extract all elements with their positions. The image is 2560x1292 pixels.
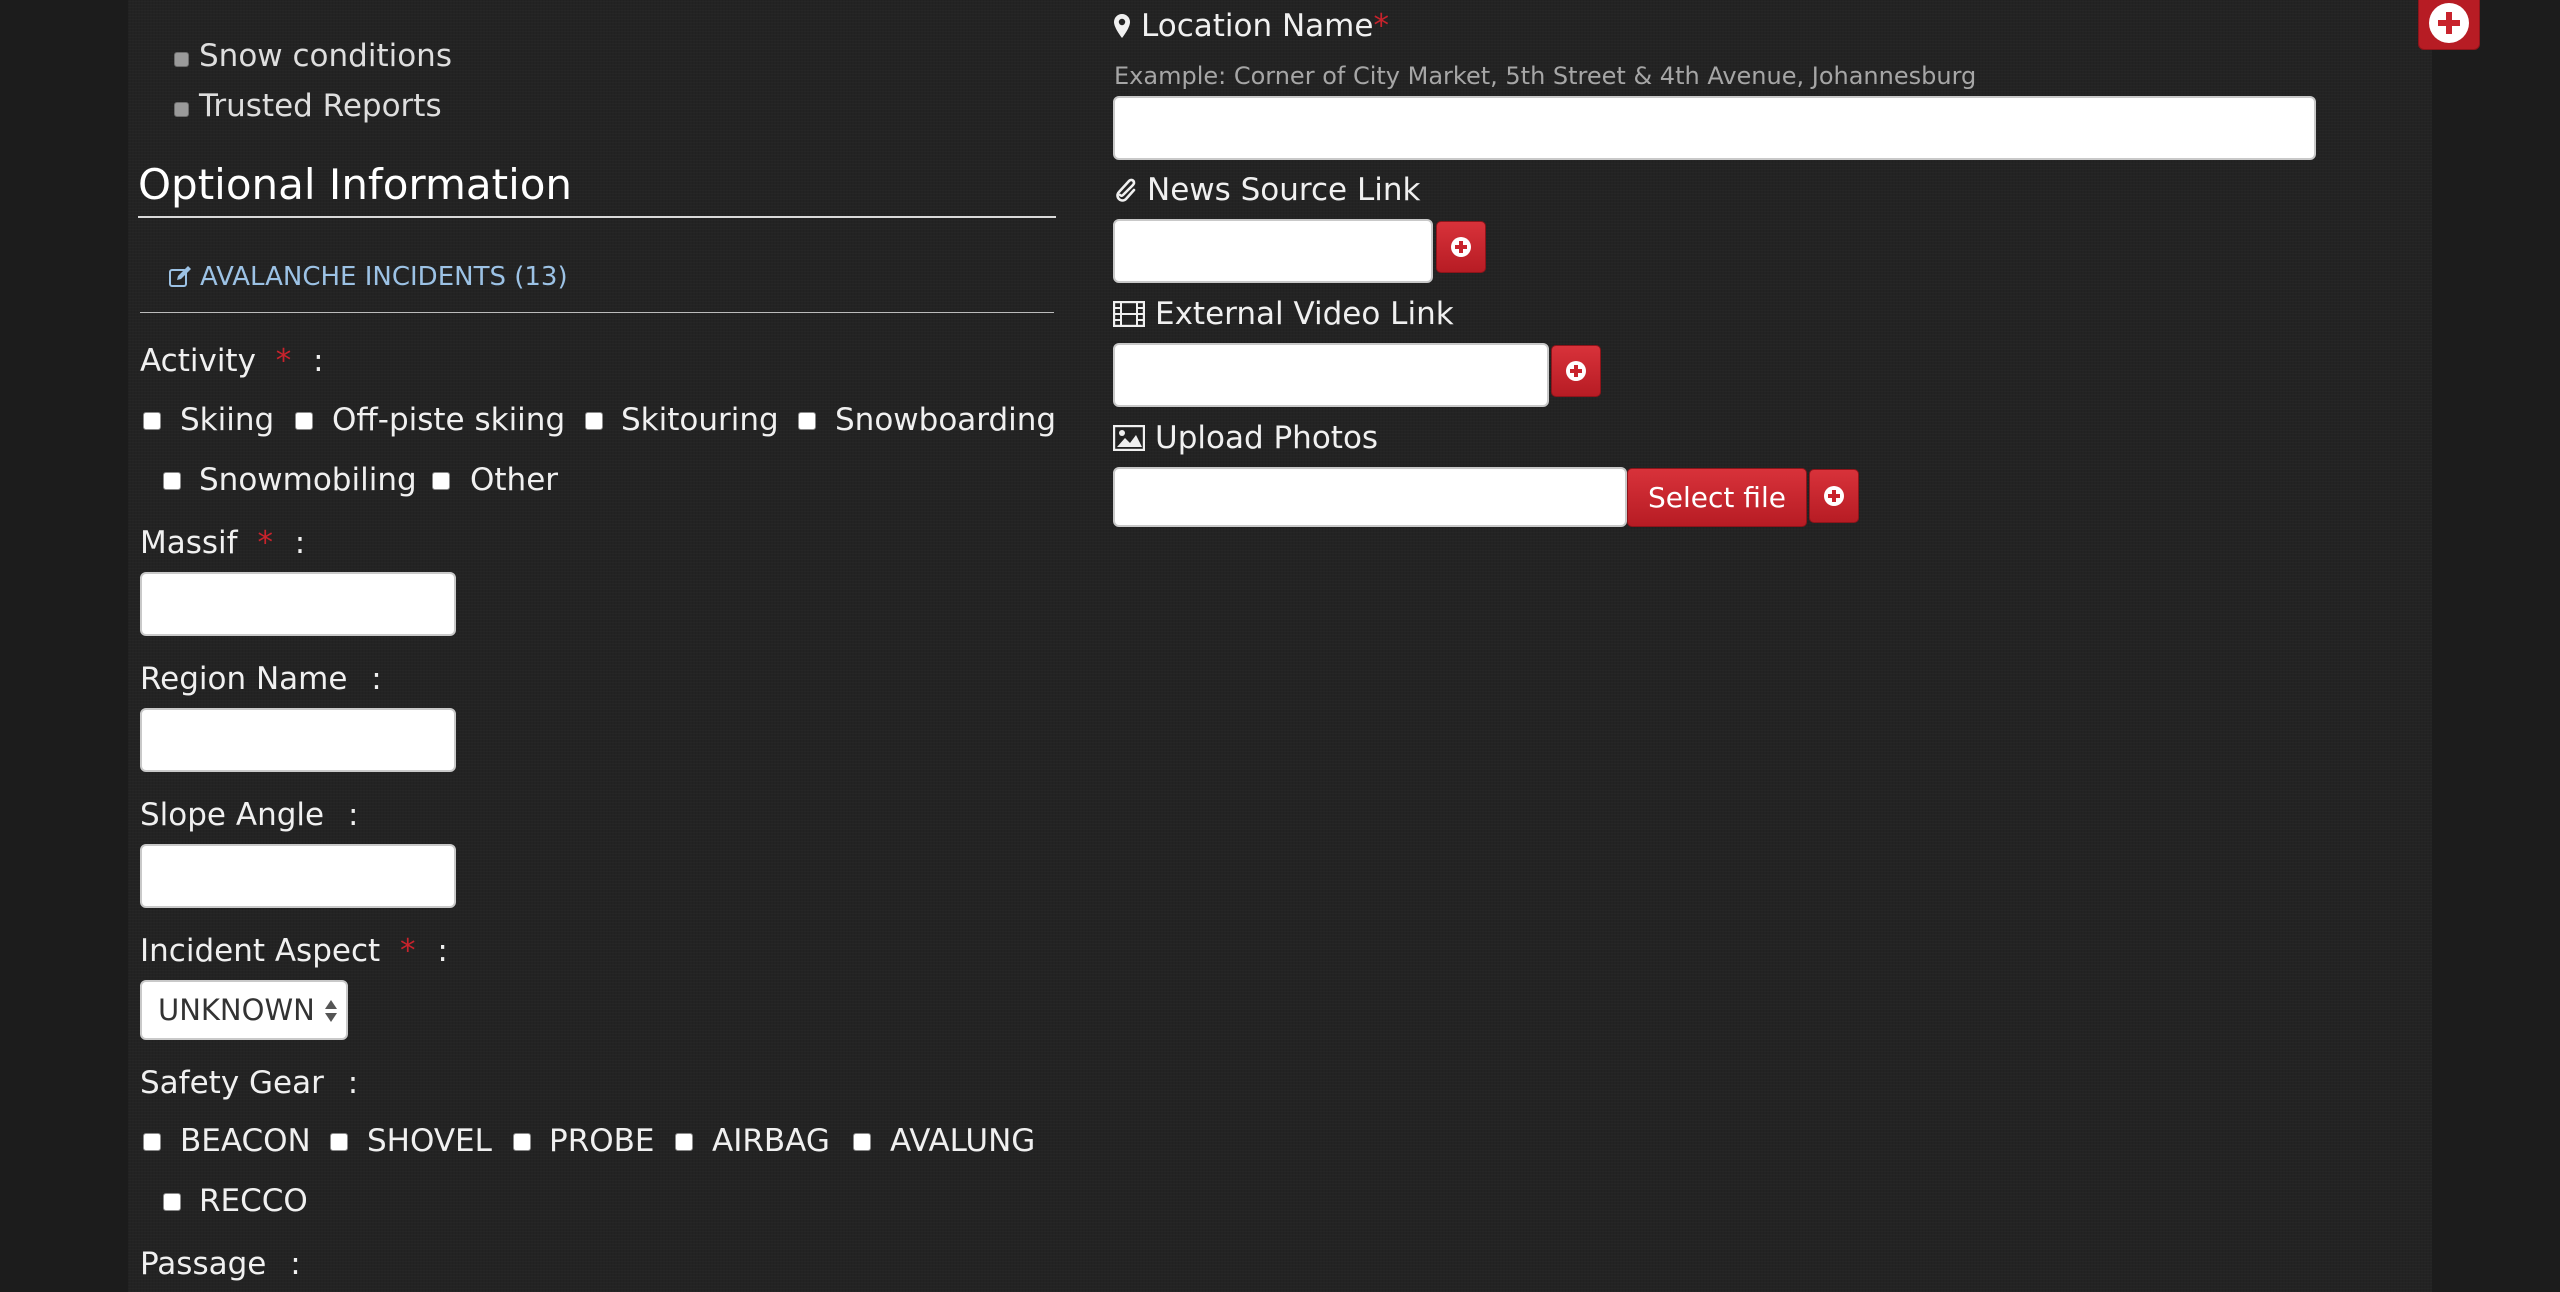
activity-snowmobiling-label: Snowmobiling [199,462,417,498]
trusted-reports-checkbox[interactable] [174,102,189,117]
region-name-label: Region Name [140,661,348,697]
activity-skitouring-label: Skitouring [621,402,779,438]
incident-aspect-select[interactable]: UNKNOWN [140,980,348,1040]
avalanche-incidents-link[interactable]: AVALANCHE INCIDENTS (13) [168,262,568,292]
edit-icon [168,265,192,289]
safety-avalung-label: AVALUNG [890,1123,1036,1159]
safety-label-row: Safety Gear : [140,1065,358,1101]
location-name-label: Location Name [1141,8,1374,44]
region-name-input[interactable] [140,708,456,772]
activity-snowmobiling-checkbox[interactable] [163,472,181,490]
avalanche-incidents-label: AVALANCHE INCIDENTS (13) [200,262,568,292]
safety-avalung-checkbox[interactable] [853,1133,871,1151]
heading-divider [138,216,1056,218]
slope-angle-label: Slope Angle [140,797,325,833]
incident-aspect-required-mark: * [400,933,416,969]
film-icon [1113,301,1145,327]
incident-aspect-label: Incident Aspect [140,933,381,969]
optional-information-heading: Optional Information [138,160,573,209]
snow-conditions-checkbox[interactable] [174,52,189,67]
massif-label: Massif [140,525,238,561]
external-video-link-label: External Video Link [1155,296,1454,332]
passage-label: Passage [140,1246,267,1282]
location-required-mark: * [1373,8,1389,44]
safety-gear-colon: : [347,1065,359,1101]
activity-label: Activity [140,343,256,379]
location-label-row: Location Name * [1113,8,1389,44]
massif-required-mark: * [257,525,273,561]
activity-required-mark: * [275,343,292,379]
add-news-source-button[interactable] [1436,221,1486,273]
activity-skiing-checkbox[interactable] [143,412,161,430]
activity-colon: : [313,343,324,379]
massif-input[interactable] [140,572,456,636]
safety-airbag-label: AIRBAG [712,1123,830,1159]
safety-recco-label: RECCO [199,1183,308,1219]
news-source-link-label: News Source Link [1147,172,1421,208]
massif-label-row: Massif * : [140,525,305,561]
external-video-link-input[interactable] [1113,343,1549,407]
add-location-corner-button[interactable] [2418,0,2480,50]
select-file-button-label: Select file [1648,481,1786,514]
upload-photos-filename-input[interactable] [1113,467,1627,527]
plus-circle-icon [1824,486,1844,506]
incident-aspect-colon: : [437,933,448,969]
passage-label-row: Passage : [140,1246,301,1282]
video-label-row: External Video Link [1113,296,1454,332]
plus-circle-icon [1566,361,1586,381]
region-name-colon: : [371,661,382,697]
safety-gear-label: Safety Gear [140,1065,324,1101]
slope-angle-colon: : [347,797,359,833]
photos-label-row: Upload Photos [1113,420,1378,456]
add-photo-button[interactable] [1809,469,1859,523]
map-marker-icon [1113,13,1131,39]
activity-snowboarding-checkbox[interactable] [798,412,816,430]
location-example-text: Example: Corner of City Market, 5th Stre… [1114,62,1977,90]
news-label-row: News Source Link [1113,172,1420,208]
slope-angle-input[interactable] [140,844,456,908]
slope-label-row: Slope Angle : [140,797,358,833]
safety-beacon-label: BEACON [180,1123,311,1159]
activity-other-label: Other [470,462,559,498]
incident-aspect-value: UNKNOWN [158,993,315,1027]
incidents-divider [140,312,1054,313]
activity-other-checkbox[interactable] [432,472,450,490]
activity-off-piste-checkbox[interactable] [295,412,313,430]
add-video-link-button[interactable] [1551,345,1601,397]
activity-off-piste-label: Off-piste skiing [332,402,566,438]
trusted-reports-label: Trusted Reports [199,88,442,124]
activity-label-row: Activity * : [140,343,324,379]
safety-shovel-label: SHOVEL [367,1123,492,1159]
massif-colon: : [294,525,306,561]
passage-colon: : [290,1246,301,1282]
activity-snowboarding-label: Snowboarding [835,402,1057,438]
aspect-label-row: Incident Aspect * : [140,933,448,969]
safety-airbag-checkbox[interactable] [675,1133,693,1151]
select-arrows-icon [324,998,338,1024]
activity-skiing-label: Skiing [180,402,275,438]
safety-recco-checkbox[interactable] [163,1193,181,1211]
picture-icon [1113,425,1145,451]
location-name-input[interactable] [1113,96,2316,160]
safety-shovel-checkbox[interactable] [330,1133,348,1151]
safety-probe-label: PROBE [549,1123,655,1159]
safety-probe-checkbox[interactable] [513,1133,531,1151]
plus-circle-icon [2429,3,2469,43]
plus-circle-icon [1451,237,1471,257]
safety-beacon-checkbox[interactable] [143,1133,161,1151]
region-label-row: Region Name : [140,661,382,697]
paperclip-icon [1113,177,1137,203]
news-source-link-input[interactable] [1113,219,1433,283]
activity-skitouring-checkbox[interactable] [585,412,603,430]
select-file-button[interactable]: Select file [1627,468,1807,527]
snow-conditions-label: Snow conditions [199,38,452,74]
upload-photos-label: Upload Photos [1155,420,1379,456]
